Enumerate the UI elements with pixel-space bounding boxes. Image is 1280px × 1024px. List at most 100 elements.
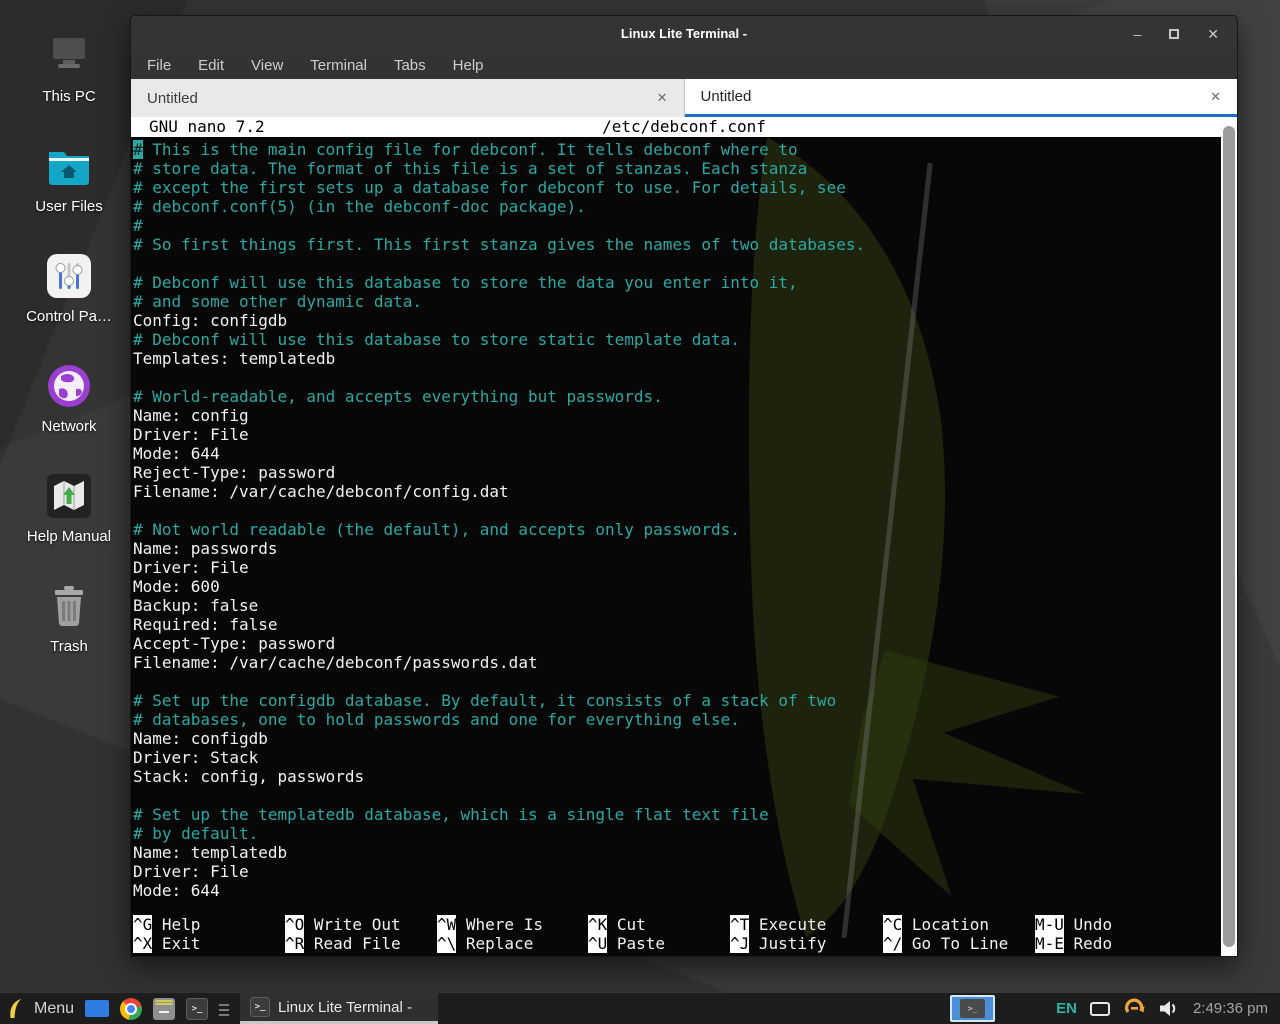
editor-line: Driver: Stack xyxy=(133,748,1219,767)
shortcut-key: ^/ xyxy=(883,934,902,953)
shortcut-key: ^T xyxy=(730,915,749,934)
desktop-icon-this-pc[interactable]: This PC xyxy=(0,30,138,105)
desktop: This PC User Files xyxy=(0,0,1280,1024)
desktop-icon-label: User Files xyxy=(0,198,138,215)
editor-line xyxy=(133,501,1219,520)
shortcut-key: ^\ xyxy=(437,934,456,953)
terminal-icon: >_ xyxy=(250,997,270,1017)
shortcut-key: ^G xyxy=(133,915,152,934)
nano-header: GNU nano 7.2 /etc/debconf.conf xyxy=(131,117,1237,137)
menu-bar: File Edit View Terminal Tabs Help xyxy=(131,51,1237,79)
home-folder-icon xyxy=(0,140,138,192)
tab-untitled-2[interactable]: Untitled ✕ xyxy=(685,79,1238,117)
panel-separator xyxy=(219,1002,229,1016)
menu-terminal[interactable]: Terminal xyxy=(310,57,367,74)
menu-view[interactable]: View xyxy=(251,57,283,74)
editor-line: Driver: File xyxy=(133,558,1219,577)
terminal-scrollbar[interactable] xyxy=(1221,117,1237,956)
editor-line: Name: config xyxy=(133,406,1219,425)
shortcut-hint: ^U Paste xyxy=(588,934,730,953)
editor-lines[interactable]: # This is the main config file for debco… xyxy=(131,137,1237,915)
shortcut-row: ^X Exit^R Read File^\ Replace^U Paste^J … xyxy=(133,934,1219,953)
shortcut-row: ^G Help^O Write Out^W Where Is^K Cut^T E… xyxy=(133,915,1219,934)
desktop-icon-user-files[interactable]: User Files xyxy=(0,140,138,215)
desktop-icon-label: Control Pa… xyxy=(0,308,138,325)
minimize-icon[interactable]: – xyxy=(1133,27,1141,41)
editor-line: # Not world readable (the default), and … xyxy=(133,520,1219,539)
shortcut-hint: ^/ Go To Line xyxy=(883,934,1035,953)
editor-line: # Debconf will use this database to stor… xyxy=(133,330,1219,349)
desktop-icon-label: Network xyxy=(0,418,138,435)
tab-bar: Untitled ✕ Untitled ✕ xyxy=(131,79,1237,117)
desktop-icon-trash[interactable]: Trash xyxy=(0,580,138,655)
shortcut-key: ^O xyxy=(285,915,304,934)
desktop-icon-control-panel[interactable]: Control Pa… xyxy=(0,250,138,325)
manual-icon xyxy=(0,470,138,522)
nano-editor[interactable]: GNU nano 7.2 /etc/debconf.conf # This is… xyxy=(131,117,1237,956)
scrollbar-thumb[interactable] xyxy=(1223,126,1235,947)
editor-line: Mode: 644 xyxy=(133,444,1219,463)
shortcut-hint: ^C Location xyxy=(883,915,1035,934)
shortcut-key: ^X xyxy=(133,934,152,953)
editor-line: # and some other dynamic data. xyxy=(133,292,1219,311)
editor-line xyxy=(133,368,1219,387)
menu-help[interactable]: Help xyxy=(453,57,484,74)
shortcut-key: ^R xyxy=(285,934,304,953)
globe-icon xyxy=(0,360,138,412)
editor-line: Name: passwords xyxy=(133,539,1219,558)
system-tray: >_ EN 2:49:36 pm xyxy=(950,995,1272,1022)
tab-untitled-1[interactable]: Untitled ✕ xyxy=(131,79,685,117)
update-manager-icon[interactable] xyxy=(1123,997,1146,1020)
editor-line: Driver: File xyxy=(133,862,1219,881)
shortcut-hint: ^\ Replace xyxy=(437,934,588,953)
shortcut-hint: ^G Help xyxy=(133,915,285,934)
show-desktop-icon[interactable] xyxy=(85,1000,109,1017)
editor-line: # debconf.conf(5) (in the debconf-doc pa… xyxy=(133,197,1219,216)
window-title: Linux Lite Terminal - xyxy=(621,26,747,41)
this-pc-icon xyxy=(0,30,138,82)
maximize-icon[interactable] xyxy=(1169,29,1179,39)
shortcut-key: M-U xyxy=(1035,915,1064,934)
editor-line: # by default. xyxy=(133,824,1219,843)
terminal-launcher-icon[interactable]: >_ xyxy=(186,998,208,1020)
tab-close-icon[interactable]: ✕ xyxy=(1210,89,1221,105)
editor-line: # So first things first. This first stan… xyxy=(133,235,1219,254)
linux-lite-logo-icon[interactable] xyxy=(8,998,23,1019)
volume-icon[interactable] xyxy=(1159,1000,1180,1017)
editor-line: Templates: templatedb xyxy=(133,349,1219,368)
shortcut-key: ^W xyxy=(437,915,456,934)
menu-edit[interactable]: Edit xyxy=(198,57,224,74)
shortcut-hint: ^K Cut xyxy=(588,915,730,934)
shortcut-hint: M-E Redo xyxy=(1035,934,1219,953)
editor-line: Reject-Type: password xyxy=(133,463,1219,482)
close-icon[interactable]: ✕ xyxy=(1207,27,1219,41)
text-cursor: # xyxy=(133,140,143,159)
clock[interactable]: 2:49:36 pm xyxy=(1193,1000,1268,1017)
file-manager-icon[interactable] xyxy=(153,998,175,1020)
menu-tabs[interactable]: Tabs xyxy=(394,57,426,74)
taskbar-window-button[interactable]: >_ Linux Lite Terminal - xyxy=(240,993,438,1024)
editor-line: Name: configdb xyxy=(133,729,1219,748)
desktop-icon-label: Trash xyxy=(0,638,138,655)
desktop-icon-network[interactable]: Network xyxy=(0,360,138,435)
tab-label: Untitled xyxy=(701,88,752,105)
trash-icon xyxy=(0,580,138,632)
keyboard-layout-icon[interactable] xyxy=(1090,1002,1110,1016)
tray-terminal-icon[interactable]: >_ xyxy=(950,995,995,1022)
menu-file[interactable]: File xyxy=(147,57,171,74)
desktop-icon-help-manual[interactable]: Help Manual xyxy=(0,470,138,545)
window-controls: – ✕ xyxy=(1133,16,1219,51)
editor-line: # Debconf will use this database to stor… xyxy=(133,273,1219,292)
editor-line xyxy=(133,786,1219,805)
editor-line: # xyxy=(133,216,1219,235)
chrome-icon[interactable] xyxy=(120,998,142,1020)
window-titlebar[interactable]: Linux Lite Terminal - – ✕ xyxy=(131,16,1237,51)
editor-line: # This is the main config file for debco… xyxy=(133,140,1219,159)
terminal-window: Linux Lite Terminal - – ✕ File Edit View… xyxy=(130,15,1238,957)
editor-line: # store data. The format of this file is… xyxy=(133,159,1219,178)
editor-line: Mode: 644 xyxy=(133,881,1219,900)
tab-close-icon[interactable]: ✕ xyxy=(657,90,668,106)
menu-button[interactable]: Menu xyxy=(34,1000,74,1018)
keyboard-language-indicator[interactable]: EN xyxy=(1056,1000,1077,1017)
editor-line: # World-readable, and accepts everything… xyxy=(133,387,1219,406)
